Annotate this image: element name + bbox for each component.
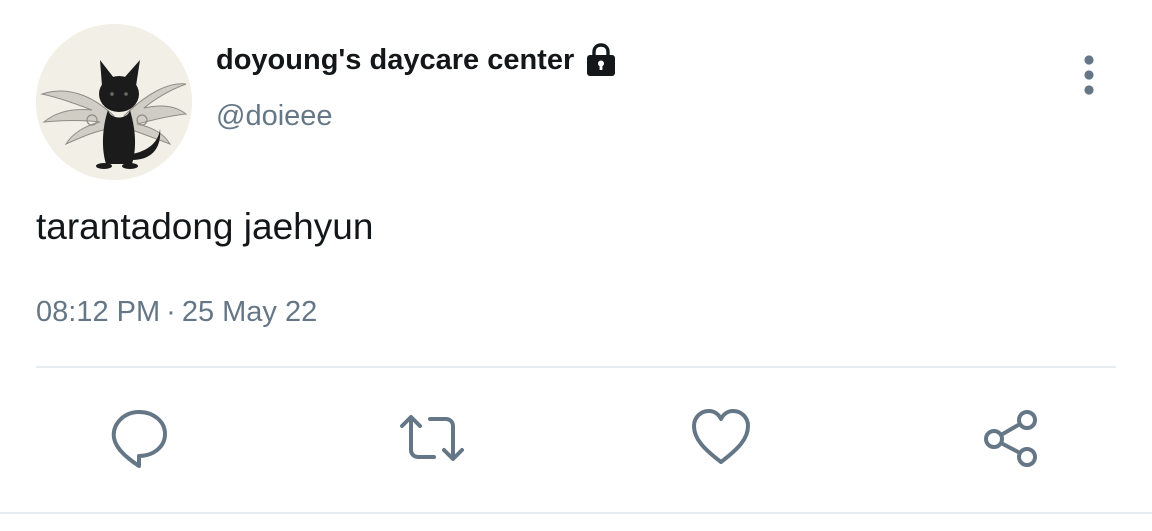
timestamp-separator: ·	[166, 296, 176, 328]
reply-button[interactable]	[108, 406, 170, 470]
heart-icon	[692, 409, 750, 464]
tweet-card: doyoung's daycare center @doieee taranta…	[0, 0, 1152, 531]
tweet-date: 25 May 22	[181, 296, 318, 328]
winged-cat-avatar-image	[36, 24, 192, 180]
like-button[interactable]	[690, 406, 752, 470]
tweet-time: 08:12 PM	[36, 296, 161, 328]
retweet-icon	[400, 415, 464, 461]
author-name-row: doyoung's daycare center	[216, 38, 618, 82]
tweet-text: tarantadong jaehyun	[36, 206, 374, 247]
divider	[36, 366, 1116, 368]
bottom-divider	[0, 512, 1152, 514]
share-icon	[984, 410, 1037, 467]
display-name[interactable]: doyoung's daycare center	[216, 44, 574, 77]
tweet-timestamp[interactable]: 08:12 PM · 25 May 22	[36, 296, 317, 329]
user-handle[interactable]: @doieee	[216, 100, 333, 133]
share-button[interactable]	[980, 406, 1042, 470]
retweet-button[interactable]	[398, 406, 464, 470]
lock-icon	[584, 42, 618, 78]
avatar[interactable]	[36, 24, 192, 180]
reply-icon	[111, 410, 167, 468]
more-vertical-icon[interactable]	[1072, 52, 1106, 98]
